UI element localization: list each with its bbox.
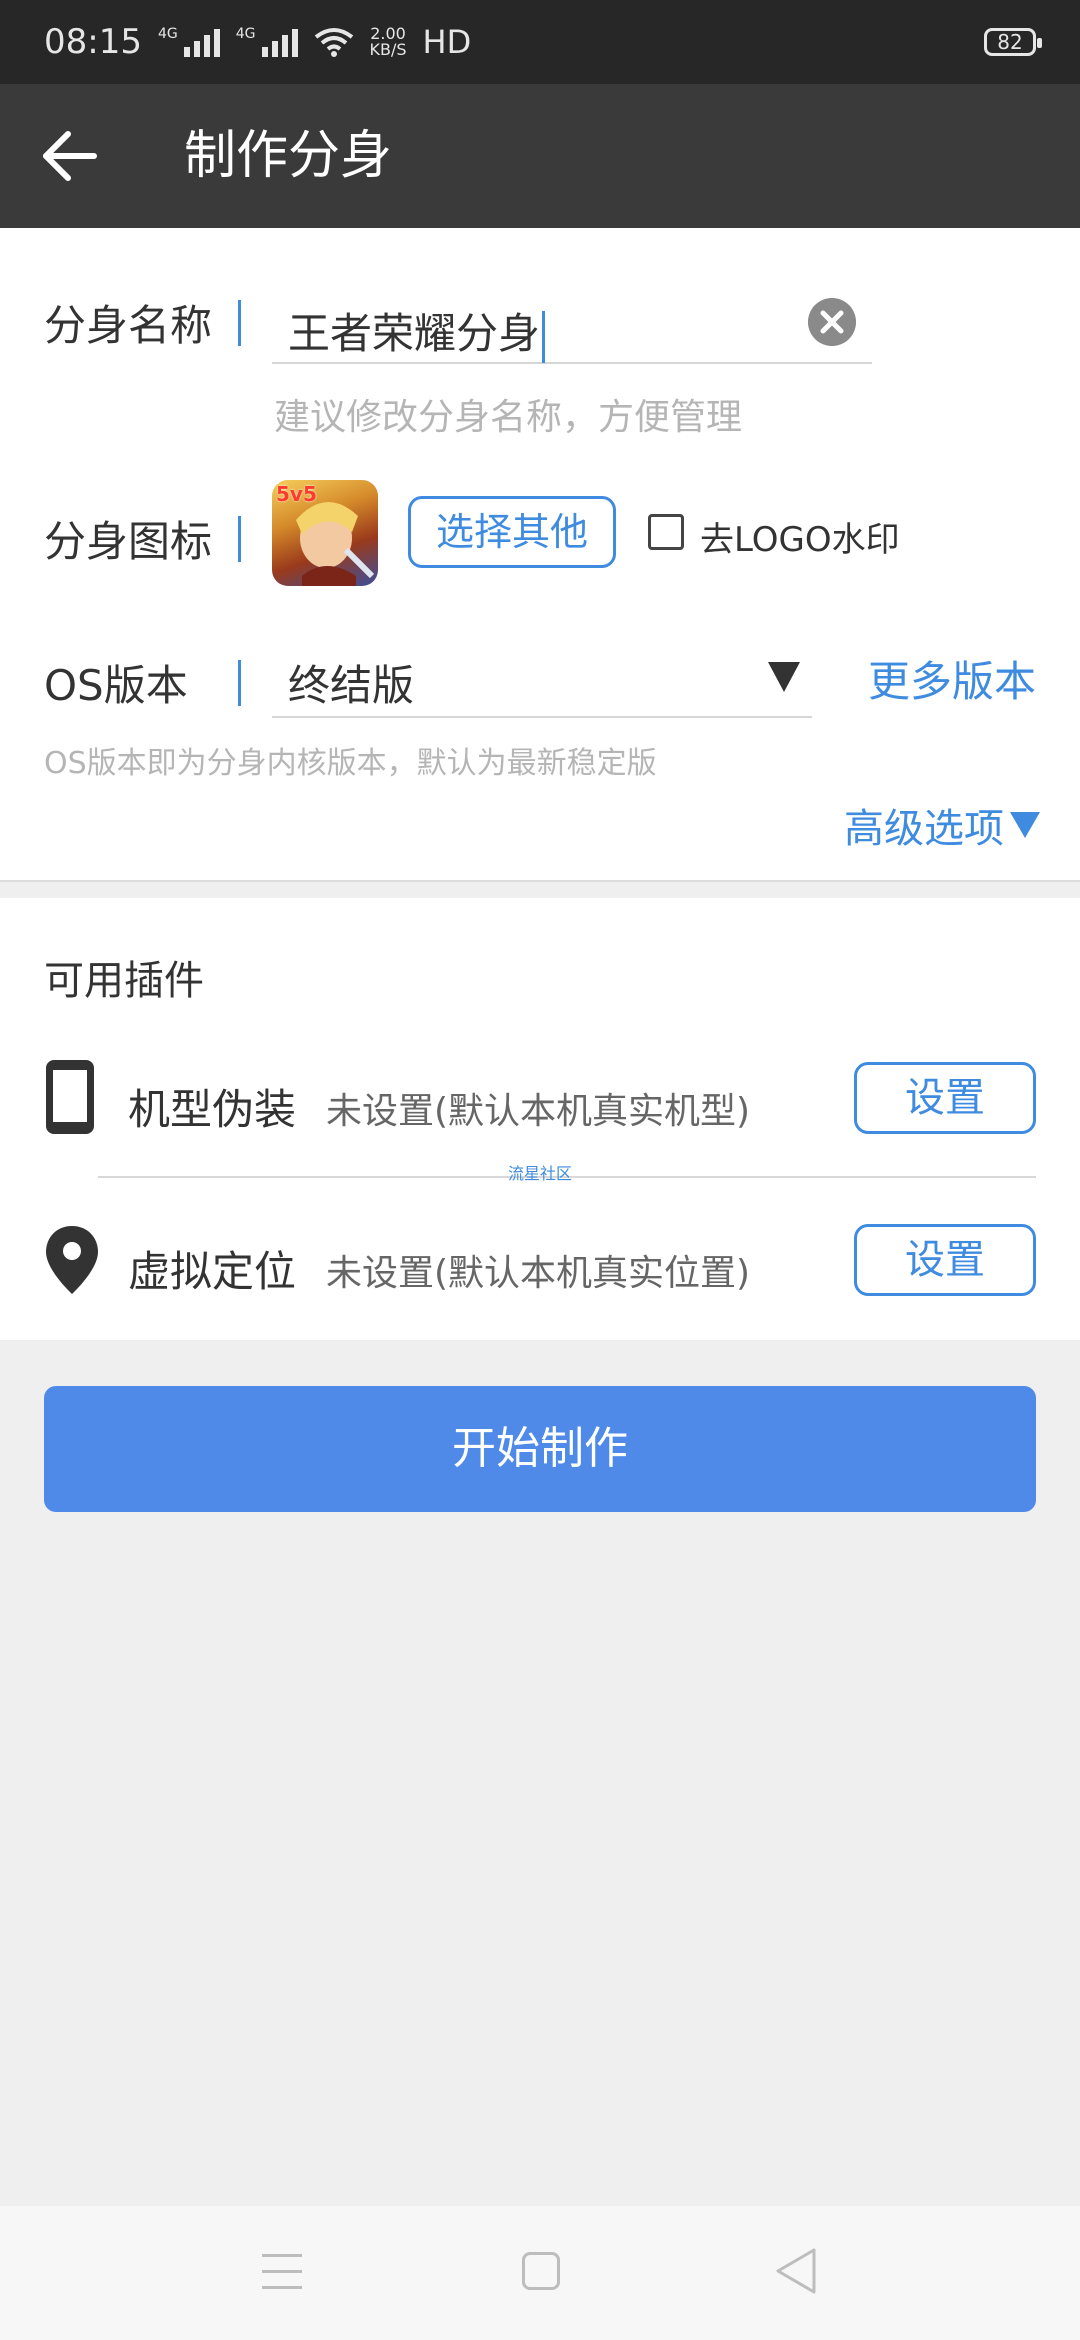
name-label: 分身名称	[44, 301, 213, 350]
choose-other-button[interactable]: 选择其他	[408, 496, 616, 568]
status-left: 08:15 4G 4G 2.00 KB/S HD	[44, 22, 471, 62]
form-section: 分身名称 王者荣耀分身 建议修改分身名称，方便管理 分身图标 5v5 选择其他 …	[0, 228, 1080, 882]
app-icon-tag: 5v5	[276, 482, 317, 506]
triangle-down-icon	[1010, 812, 1040, 838]
net-speed-unit: KB/S	[369, 40, 407, 59]
navigation-bar	[0, 2206, 1080, 2340]
name-input[interactable]: 王者荣耀分身	[272, 288, 872, 364]
start-create-button[interactable]: 开始制作	[44, 1386, 1036, 1512]
label-divider	[238, 516, 241, 562]
device-disguise-settings-button[interactable]: 设置	[854, 1062, 1036, 1134]
plugin-status: 未设置(默认本机真实机型)	[326, 1091, 751, 1132]
label-divider	[238, 660, 241, 706]
battery-level: 82	[997, 30, 1023, 54]
label-divider	[238, 300, 241, 346]
battery-icon: 82	[984, 28, 1042, 56]
icon-label: 分身图标	[44, 517, 213, 566]
home-icon[interactable]	[522, 2252, 560, 2290]
text-caret	[542, 310, 546, 363]
dropdown-arrow-icon	[768, 662, 800, 692]
advanced-options-label: 高级选项	[844, 806, 1004, 852]
signal-label: 4G	[157, 26, 178, 42]
status-time: 08:15	[44, 22, 142, 62]
app-icon[interactable]: 5v5	[272, 480, 378, 586]
menu-icon[interactable]	[262, 2254, 302, 2290]
os-version-select[interactable]: 终结版	[272, 642, 812, 718]
title-bar: 制作分身	[0, 84, 1080, 228]
signal-label: 4G	[235, 26, 256, 42]
virtual-location-settings-button[interactable]: 设置	[854, 1224, 1036, 1296]
phone-icon	[46, 1060, 94, 1134]
plugin-status: 未设置(默认本机真实位置)	[326, 1253, 751, 1294]
status-bar: 08:15 4G 4G 2.00 KB/S HD 82	[0, 0, 1080, 84]
advanced-options-toggle[interactable]: 高级选项	[844, 796, 1040, 854]
more-versions-link[interactable]: 更多版本	[868, 648, 1036, 709]
location-pin-icon	[46, 1226, 98, 1294]
plugins-title: 可用插件	[44, 958, 204, 1004]
os-hint: OS版本即为分身内核版本，默认为最新稳定版	[44, 746, 657, 781]
back-arrow-icon[interactable]	[40, 128, 100, 184]
os-version-value: 终结版	[288, 661, 415, 710]
name-input-value: 王者荣耀分身	[288, 300, 546, 363]
clear-icon[interactable]	[808, 298, 856, 346]
name-hint: 建议修改分身名称，方便管理	[274, 397, 743, 438]
hd-label: HD	[422, 23, 472, 61]
wifi-icon	[314, 28, 353, 57]
signal-icon: 4G	[158, 27, 220, 57]
remove-logo-label[interactable]: 去LOGO水印	[700, 512, 900, 561]
watermark-text: 流星社区	[508, 1164, 573, 1183]
os-label: OS版本	[44, 661, 188, 710]
plugin-name: 虚拟定位	[128, 1247, 297, 1296]
page-title: 制作分身	[184, 126, 393, 186]
signal-icon: 4G	[236, 27, 298, 57]
back-triangle-icon[interactable]	[774, 2246, 818, 2296]
remove-logo-checkbox[interactable]	[648, 514, 684, 550]
plugin-name: 机型伪装	[128, 1085, 297, 1134]
plugins-section: 可用插件 机型伪装 未设置(默认本机真实机型) 设置 流星社区 虚拟定位 未设置…	[0, 898, 1080, 1340]
net-speed: 2.00 KB/S	[370, 26, 407, 58]
